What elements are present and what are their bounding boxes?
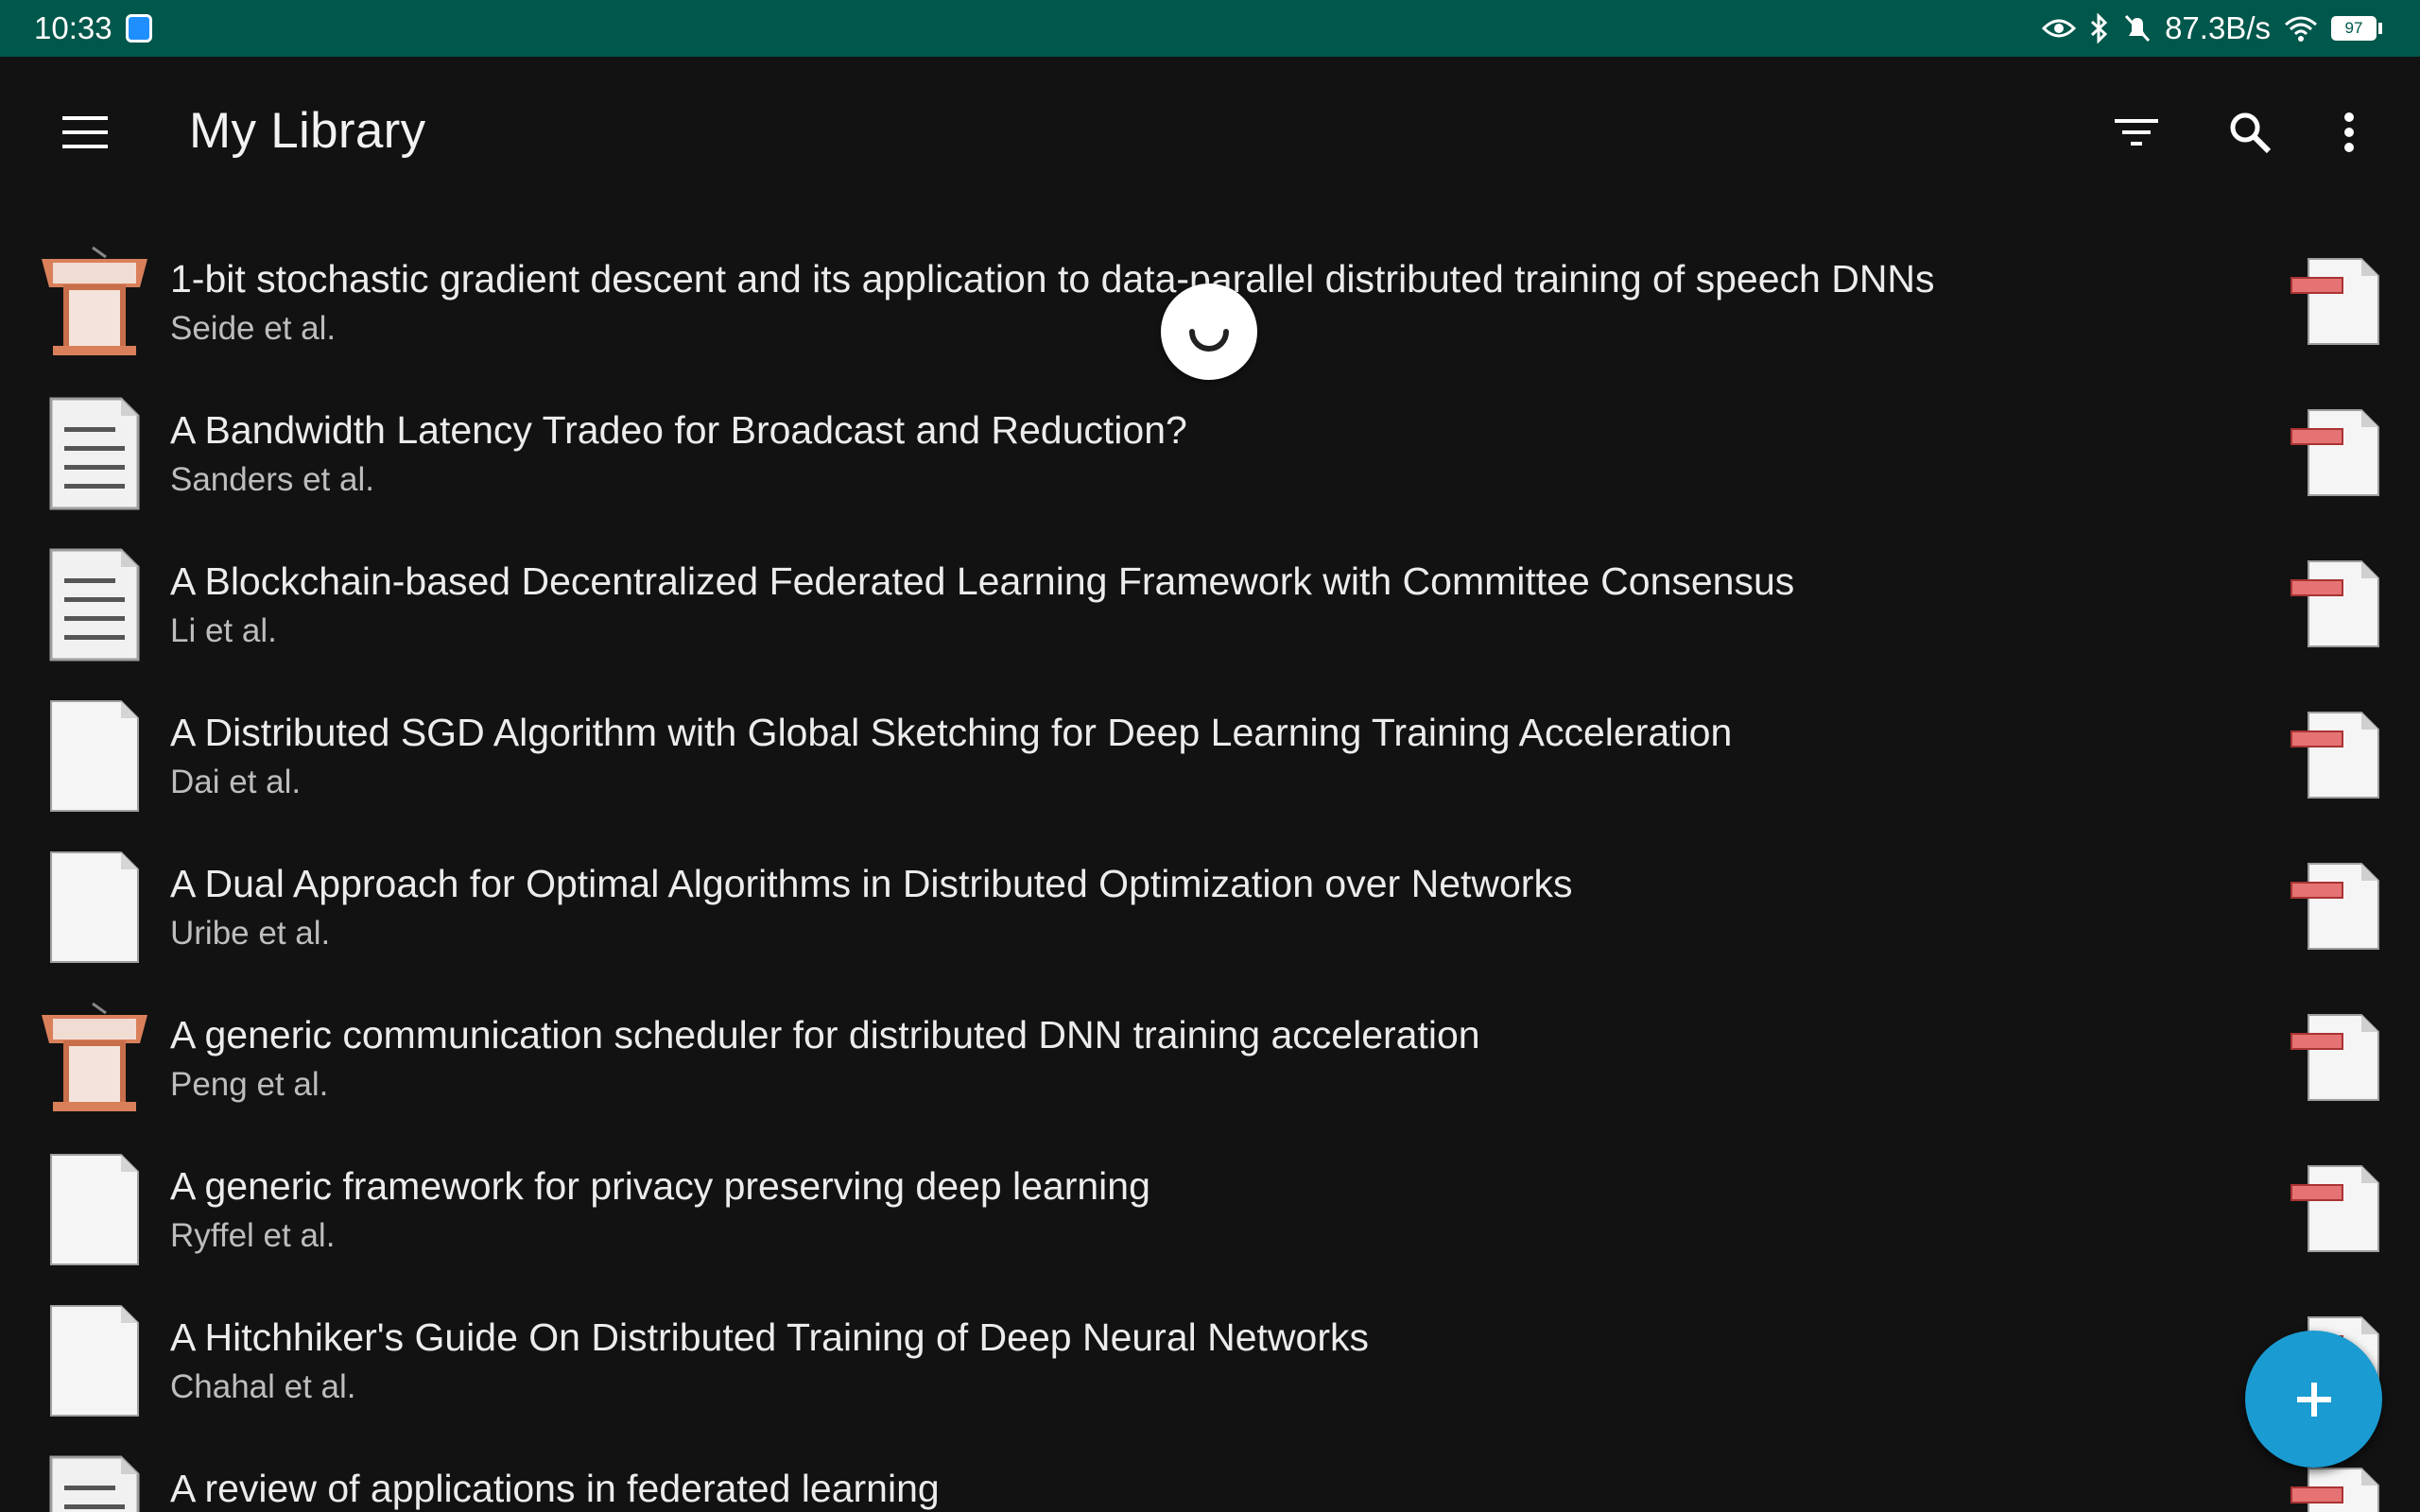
status-bar: 10:33 87.3B/s 97 bbox=[0, 0, 2420, 57]
pdf-attachment-icon[interactable] bbox=[2288, 1009, 2382, 1104]
item-title: A generic communication scheduler for di… bbox=[170, 1013, 1480, 1057]
item-authors: Dai et al. bbox=[170, 764, 302, 800]
wifi-icon bbox=[2284, 15, 2318, 42]
item-title: A Hitchhiker's Guide On Distributed Trai… bbox=[170, 1315, 1369, 1359]
pdf-attachment-icon[interactable] bbox=[2288, 404, 2382, 499]
list-item[interactable]: A Blockchain-based Decentralized Federat… bbox=[0, 529, 2420, 680]
blank-file-icon bbox=[38, 849, 151, 966]
item-authors: Li et al. bbox=[170, 612, 277, 649]
item-title: A generic framework for privacy preservi… bbox=[170, 1164, 1150, 1208]
item-authors: Ryffel et al. bbox=[170, 1217, 336, 1254]
eye-icon bbox=[2042, 16, 2077, 41]
bluetooth-icon bbox=[2089, 13, 2110, 43]
list-item[interactable]: A Bandwidth Latency Tradeo for Broadcast… bbox=[0, 378, 2420, 529]
item-title: A Blockchain-based Decentralized Federat… bbox=[170, 559, 1795, 603]
list-item[interactable]: A generic communication scheduler for di… bbox=[0, 983, 2420, 1134]
item-title: A review of applications in federated le… bbox=[170, 1467, 940, 1510]
loading-spinner bbox=[1161, 284, 1257, 380]
list-item[interactable]: A review of applications in federated le… bbox=[0, 1436, 2420, 1512]
library-list: 1-bit stochastic gradient descent and it… bbox=[0, 227, 2420, 1512]
item-authors: Uribe et al. bbox=[170, 915, 331, 952]
document-file-icon bbox=[38, 395, 151, 512]
mute-bell-icon bbox=[2123, 13, 2152, 43]
status-time: 10:33 bbox=[34, 10, 112, 45]
add-item-button[interactable] bbox=[2245, 1331, 2382, 1468]
pdf-attachment-icon[interactable] bbox=[2288, 1463, 2382, 1512]
network-speed: 87.3B/s bbox=[2165, 10, 2271, 45]
item-title: A Bandwidth Latency Tradeo for Broadcast… bbox=[170, 408, 1187, 452]
filter-icon[interactable] bbox=[2108, 104, 2165, 161]
pdf-attachment-icon[interactable] bbox=[2288, 556, 2382, 650]
page-title: My Library bbox=[189, 103, 426, 159]
list-item[interactable]: A generic framework for privacy preservi… bbox=[0, 1134, 2420, 1285]
document-file-icon bbox=[38, 546, 151, 663]
item-authors: Chahal et al. bbox=[170, 1368, 356, 1405]
item-authors: Sanders et al. bbox=[170, 461, 374, 498]
search-icon[interactable] bbox=[2221, 104, 2278, 161]
blank-file-icon bbox=[38, 1151, 151, 1268]
presentation-file-icon bbox=[38, 244, 151, 361]
document-file-icon bbox=[38, 1453, 151, 1512]
app-bar: My Library bbox=[0, 57, 2420, 208]
presentation-file-icon bbox=[38, 1000, 151, 1117]
list-item[interactable]: A Hitchhiker's Guide On Distributed Trai… bbox=[0, 1285, 2420, 1436]
item-title: A Distributed SGD Algorithm with Global … bbox=[170, 711, 1733, 754]
pdf-attachment-icon[interactable] bbox=[2288, 1160, 2382, 1255]
battery-icon: 97 bbox=[2331, 16, 2382, 41]
list-item[interactable]: A Distributed SGD Algorithm with Global … bbox=[0, 680, 2420, 832]
item-title: 1-bit stochastic gradient descent and it… bbox=[170, 257, 1935, 301]
security-shield-icon bbox=[125, 14, 152, 43]
item-authors: Seide et al. bbox=[170, 310, 337, 347]
pdf-attachment-icon[interactable] bbox=[2288, 707, 2382, 801]
list-item[interactable]: A Dual Approach for Optimal Algorithms i… bbox=[0, 832, 2420, 983]
pdf-attachment-icon[interactable] bbox=[2288, 253, 2382, 348]
item-authors: Peng et al. bbox=[170, 1066, 329, 1103]
blank-file-icon bbox=[38, 1302, 151, 1419]
pdf-attachment-icon[interactable] bbox=[2288, 858, 2382, 953]
blank-file-icon bbox=[38, 697, 151, 815]
item-title: A Dual Approach for Optimal Algorithms i… bbox=[170, 862, 1573, 905]
battery-level: 97 bbox=[2331, 16, 2377, 41]
more-vert-icon[interactable] bbox=[2321, 104, 2377, 161]
menu-icon[interactable] bbox=[57, 104, 113, 161]
